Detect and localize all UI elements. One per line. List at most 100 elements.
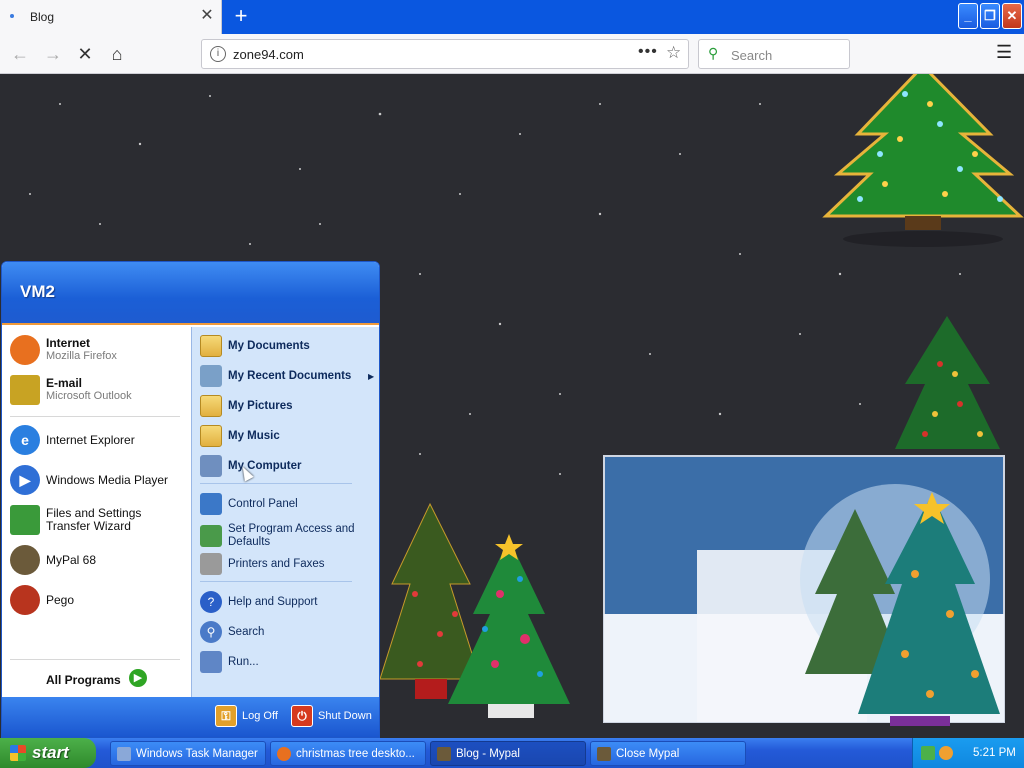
start-item-media-player[interactable]: ▶ Windows Media Player <box>10 465 168 495</box>
start-item-title: Pego <box>46 592 75 607</box>
search-box[interactable]: ⚲ Search <box>698 39 850 69</box>
search-icon: ⚲ <box>200 621 222 643</box>
start-menu-header: VM2 <box>2 262 379 325</box>
start-item-pego[interactable]: Pego <box>10 585 74 615</box>
taskbar: start Windows Task Manager christmas tre… <box>0 738 1024 768</box>
tab-close-icon[interactable]: ✕ <box>198 7 216 25</box>
media-player-icon: ▶ <box>10 465 40 495</box>
folder-icon <box>200 395 222 417</box>
start-item-my-music[interactable]: My Music <box>200 425 280 447</box>
task-button-close-mypal[interactable]: Close Mypal <box>590 741 746 766</box>
control-panel-icon <box>200 493 222 515</box>
search-icon: ⚲ <box>708 45 719 61</box>
start-menu: VM2 Internet Mozilla Firefox E-mail Micr… <box>1 261 380 738</box>
start-menu-separator <box>200 581 352 582</box>
lit-tree-top-right <box>822 74 1024 247</box>
start-item-email[interactable]: E-mail Microsoft Outlook <box>10 375 132 405</box>
outlook-icon <box>10 375 40 405</box>
start-item-program-access[interactable]: Set Program Access and Defaults <box>200 523 368 549</box>
start-item-search[interactable]: ⚲ Search <box>200 621 264 643</box>
search-placeholder[interactable]: Search <box>731 48 772 63</box>
hamburger-menu-icon[interactable]: ☰ <box>996 42 1012 63</box>
minimize-button[interactable]: _ <box>958 3 978 29</box>
tab-title: Blog <box>30 10 55 24</box>
start-item-title: Printers and Faxes <box>228 557 325 570</box>
start-item-my-documents[interactable]: My Documents <box>200 335 310 357</box>
shut-down-button[interactable]: ⏻ Shut Down <box>291 705 372 727</box>
start-item-title: Files and Settings Transfer Wizard <box>46 506 142 533</box>
log-off-label: Log Off <box>242 710 278 722</box>
ornament-tree-right <box>895 316 1000 449</box>
start-item-internet[interactable]: Internet Mozilla Firefox <box>10 335 117 365</box>
start-item-run[interactable]: Run... <box>200 651 259 673</box>
forward-button[interactable]: → <box>41 42 65 66</box>
tray-search-icon[interactable] <box>939 746 953 760</box>
shut-down-label: Shut Down <box>318 710 372 722</box>
restore-button[interactable]: ❐ <box>980 3 1000 29</box>
start-item-help[interactable]: ? Help and Support <box>200 591 318 613</box>
back-button[interactable]: ← <box>8 42 32 66</box>
start-item-transfer-wizard[interactable]: Files and Settings Transfer Wizard <box>10 505 186 535</box>
start-item-title: Internet <box>46 336 91 350</box>
start-button[interactable]: start <box>0 738 96 768</box>
start-item-title: My Pictures <box>228 399 293 412</box>
new-tab-button[interactable]: + <box>228 4 254 30</box>
key-icon: ⚿ <box>215 705 237 727</box>
start-item-my-recent-documents[interactable]: My Recent Documents <box>200 365 351 387</box>
start-item-control-panel[interactable]: Control Panel <box>200 493 298 515</box>
recent-documents-icon <box>200 365 222 387</box>
decorated-trees-bottom <box>379 502 570 718</box>
start-item-mypal[interactable]: MyPal 68 <box>10 545 96 575</box>
tray-app-icon[interactable] <box>921 746 935 760</box>
start-menu-separator <box>200 483 352 484</box>
start-item-title: Internet Explorer <box>46 432 135 447</box>
internet-explorer-icon: e <box>10 425 40 455</box>
bookmark-star-icon[interactable]: ☆ <box>666 43 681 62</box>
task-label: christmas tree deskto... <box>296 747 415 760</box>
start-item-subtitle: Mozilla Firefox <box>46 350 117 362</box>
clock[interactable]: 5:21 PM <box>973 747 1016 759</box>
start-item-title: E-mail <box>46 376 83 390</box>
printer-icon <box>200 553 222 575</box>
pego-icon <box>10 585 40 615</box>
folder-icon <box>200 425 222 447</box>
page-actions-icon[interactable]: ••• <box>638 43 658 61</box>
task-label: Windows Task Manager <box>136 747 258 760</box>
browser-tab[interactable]: Blog ✕ <box>0 0 222 34</box>
mypal-icon <box>10 545 40 575</box>
user-name: VM2 <box>20 282 55 301</box>
all-programs-arrow-icon[interactable]: ▶ <box>129 669 147 687</box>
task-button-christmas-tree[interactable]: christmas tree deskto... <box>270 741 426 766</box>
start-item-my-pictures[interactable]: My Pictures <box>200 395 293 417</box>
start-item-title: Help and Support <box>228 595 318 608</box>
tab-bar: Blog ✕ + _ ❐ ✕ <box>0 0 1024 34</box>
start-item-printers[interactable]: Printers and Faxes <box>200 553 325 575</box>
site-info-icon[interactable]: i <box>210 46 226 62</box>
task-button-task-manager[interactable]: Windows Task Manager <box>110 741 266 766</box>
url-text[interactable]: zone94.com <box>233 47 304 62</box>
firefox-icon <box>10 335 40 365</box>
close-window-button[interactable]: ✕ <box>1002 3 1022 29</box>
stop-button[interactable]: ✕ <box>73 42 97 66</box>
address-bar[interactable]: i zone94.com ••• ☆ <box>201 39 689 69</box>
snow-globe-photo <box>603 455 1005 726</box>
start-item-title: Set Program Access and Defaults <box>228 523 355 548</box>
start-menu-places: My Documents My Recent Documents ▶ My Pi… <box>191 327 379 697</box>
log-off-button[interactable]: ⚿ Log Off <box>215 705 278 727</box>
windows-logo-icon <box>10 745 26 761</box>
all-programs-button[interactable]: All Programs <box>46 673 121 687</box>
start-item-subtitle: Microsoft Outlook <box>46 390 132 402</box>
submenu-arrow-icon: ▶ <box>368 372 375 381</box>
task-button-blog-mypal[interactable]: Blog - Mypal <box>430 741 586 766</box>
mypal-icon <box>437 746 451 761</box>
system-tray: 5:21 PM <box>912 738 1024 768</box>
run-icon <box>200 651 222 673</box>
start-menu-separator <box>10 416 180 417</box>
navigation-bar: ← → ✕ ⌂ i zone94.com ••• ☆ ⚲ Search ☰ <box>0 34 1024 74</box>
start-item-internet-explorer[interactable]: e Internet Explorer <box>10 425 135 455</box>
firefox-icon <box>277 746 291 761</box>
window-controls: _ ❐ ✕ <box>958 3 1022 29</box>
start-menu-separator <box>10 659 180 660</box>
home-button[interactable]: ⌂ <box>105 42 129 66</box>
task-label: Close Mypal <box>616 747 680 760</box>
